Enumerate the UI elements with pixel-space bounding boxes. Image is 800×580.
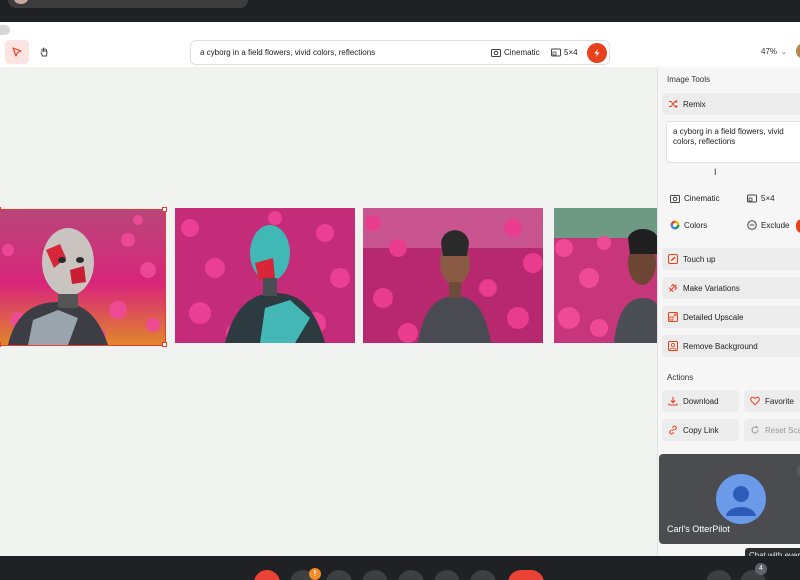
upscale-icon bbox=[668, 312, 678, 322]
generated-image-3[interactable] bbox=[363, 208, 543, 343]
meeting-controls-bar bbox=[0, 556, 800, 580]
minus-circle-icon bbox=[747, 220, 757, 230]
participant-name: Carl's OtterPilot bbox=[667, 524, 730, 534]
remove-bg-icon bbox=[668, 341, 678, 351]
selection-handle-br[interactable] bbox=[162, 342, 167, 347]
make-variations-button[interactable]: Make Variations bbox=[662, 277, 800, 299]
selection-handle-tl[interactable] bbox=[0, 207, 1, 212]
more-options-button[interactable] bbox=[470, 570, 496, 580]
ratio-selector[interactable]: 5×4 bbox=[551, 48, 578, 57]
style-selector[interactable]: Cinematic bbox=[491, 48, 540, 57]
variations-icon bbox=[668, 283, 678, 293]
favorite-button[interactable]: Favorite bbox=[744, 390, 800, 412]
zoom-control[interactable]: 47% ⌄ bbox=[761, 47, 787, 56]
download-icon bbox=[668, 397, 678, 406]
actions-title: Actions bbox=[667, 373, 694, 382]
shuffle-icon bbox=[669, 99, 678, 109]
collapse-chip[interactable] bbox=[0, 25, 10, 35]
info-button[interactable] bbox=[706, 570, 732, 580]
make-variations-label: Make Variations bbox=[683, 283, 740, 293]
selection-handle-bl[interactable] bbox=[0, 342, 1, 347]
cursor-arrow-icon bbox=[12, 47, 22, 57]
touch-up-label: Touch up bbox=[683, 254, 716, 264]
person-icon bbox=[726, 486, 756, 516]
mic-button[interactable] bbox=[254, 570, 280, 580]
video-tile[interactable]: Carl's OtterPilot bbox=[659, 454, 800, 544]
favorite-label: Favorite bbox=[765, 396, 794, 406]
panel-style-label: Cinematic bbox=[684, 194, 720, 203]
cyborg-image-3 bbox=[363, 208, 543, 343]
image-tools-title: Image Tools bbox=[667, 75, 710, 84]
download-button[interactable]: Download bbox=[662, 390, 739, 412]
panel-style-selector[interactable]: Cinematic bbox=[670, 194, 720, 203]
prompt-text[interactable]: a cyborg in a field flowers, vivid color… bbox=[200, 48, 375, 57]
pencil-icon bbox=[668, 254, 678, 264]
colors-label: Colors bbox=[684, 220, 708, 230]
heart-icon bbox=[750, 396, 760, 406]
remove-background-button[interactable]: Remove Background bbox=[662, 335, 800, 357]
hand-tool-button[interactable] bbox=[32, 40, 56, 64]
participant-avatar bbox=[716, 474, 766, 524]
people-count-badge: 4 bbox=[755, 563, 767, 575]
color-wheel-icon bbox=[670, 220, 680, 230]
colors-selector[interactable]: Colors bbox=[670, 220, 707, 230]
panel-ratio-selector[interactable]: 5×4 bbox=[747, 194, 775, 203]
cyborg-image-2 bbox=[175, 208, 355, 343]
download-label: Download bbox=[683, 396, 719, 406]
lightning-icon bbox=[594, 49, 600, 57]
captions-button[interactable] bbox=[326, 570, 352, 580]
present-button[interactable] bbox=[398, 570, 424, 580]
style-label: Cinematic bbox=[504, 48, 540, 57]
exclude-selector[interactable]: Exclude bbox=[747, 220, 789, 230]
reset-scale-label: Reset Scale bbox=[765, 425, 800, 435]
text-cursor-icon: I bbox=[714, 167, 717, 177]
generated-image-4[interactable] bbox=[554, 208, 657, 343]
link-icon bbox=[669, 425, 677, 435]
cyborg-image-4 bbox=[554, 208, 657, 343]
aspect-ratio-icon bbox=[551, 48, 561, 57]
raise-hand-button[interactable] bbox=[434, 570, 460, 580]
end-call-button[interactable] bbox=[508, 570, 544, 580]
chevron-down-icon: ⌄ bbox=[781, 48, 787, 56]
selection-handle-tr[interactable] bbox=[162, 207, 167, 212]
hand-icon bbox=[40, 47, 48, 57]
tab-pill[interactable] bbox=[8, 0, 248, 8]
camera-icon bbox=[670, 195, 680, 203]
copy-link-label: Copy Link bbox=[683, 425, 719, 435]
cyborg-image-1 bbox=[0, 210, 165, 345]
remix-prompt-text: a cyborg in a field flowers, vivid color… bbox=[673, 127, 784, 146]
zoom-value: 47% bbox=[761, 47, 778, 56]
remix-label: Remix bbox=[683, 99, 706, 109]
top-toolbar: a cyborg in a field flowers, vivid color… bbox=[0, 22, 800, 67]
detailed-upscale-button[interactable]: Detailed Upscale bbox=[662, 306, 800, 328]
select-tool-button[interactable] bbox=[5, 40, 29, 64]
emoji-button[interactable] bbox=[362, 570, 388, 580]
camera-icon bbox=[491, 49, 501, 57]
ratio-label: 5×4 bbox=[564, 48, 578, 57]
prompt-bar[interactable]: a cyborg in a field flowers, vivid color… bbox=[190, 40, 610, 65]
user-avatar[interactable] bbox=[796, 43, 800, 59]
browser-top-strip bbox=[0, 0, 800, 22]
reset-icon bbox=[751, 425, 759, 434]
aspect-ratio-icon bbox=[747, 194, 757, 203]
generated-image-1[interactable] bbox=[0, 209, 166, 346]
reset-scale-button[interactable]: Reset Scale bbox=[744, 419, 800, 441]
apply-remix-button[interactable] bbox=[796, 219, 800, 233]
panel-ratio-label: 5×4 bbox=[761, 194, 775, 203]
warning-badge-icon: ! bbox=[309, 568, 321, 580]
image-canvas[interactable] bbox=[0, 67, 657, 556]
generated-image-2[interactable] bbox=[175, 208, 355, 343]
touch-up-button[interactable]: Touch up bbox=[662, 248, 800, 270]
copy-link-button[interactable]: Copy Link bbox=[662, 419, 739, 441]
exclude-label: Exclude bbox=[761, 220, 790, 230]
remove-background-label: Remove Background bbox=[683, 341, 758, 351]
generate-button[interactable] bbox=[587, 43, 607, 63]
remix-prompt-input[interactable]: a cyborg in a field flowers, vivid color… bbox=[666, 121, 800, 163]
detailed-upscale-label: Detailed Upscale bbox=[683, 312, 744, 322]
remix-button[interactable]: Remix bbox=[662, 93, 800, 115]
